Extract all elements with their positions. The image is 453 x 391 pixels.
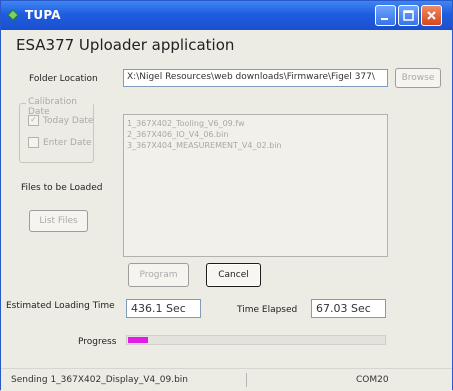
time-elapsed-field: 67.03 Sec <box>311 299 386 318</box>
maximize-icon <box>403 10 414 21</box>
time-elapsed-label: Time Elapsed <box>237 305 298 315</box>
folder-location-label: Folder Location <box>29 74 98 84</box>
enter-date-option[interactable]: Enter Date <box>28 137 92 148</box>
file-list-item[interactable]: 2_367X406_IO_V4_06.bin <box>127 129 384 140</box>
calibration-date-title: Calibration Date <box>26 97 93 117</box>
browse-button[interactable]: Browse <box>395 68 441 88</box>
progress-bar-fill <box>128 337 148 343</box>
file-list-item[interactable]: 3_367X404_MEASUREMENT_V4_02.bin <box>127 140 384 151</box>
progress-bar <box>126 335 386 345</box>
title-bar[interactable]: TUPA <box>1 1 452 30</box>
estimated-loading-time-label: Estimated Loading Time <box>6 301 115 311</box>
enter-date-checkbox[interactable] <box>28 137 39 148</box>
enter-date-label: Enter Date <box>43 138 92 148</box>
status-separator <box>246 373 247 387</box>
close-button[interactable] <box>421 5 442 26</box>
minimize-icon <box>381 18 388 20</box>
app-icon <box>7 9 19 21</box>
today-date-checkbox[interactable]: ✓ <box>28 115 39 126</box>
close-icon <box>427 11 436 20</box>
calibration-date-group: Calibration Date ✓ Today Date Enter Date <box>19 97 94 163</box>
window-title: TUPA <box>25 8 61 22</box>
minimize-button[interactable] <box>375 5 396 26</box>
file-list-item[interactable]: 1_367X402_Tooling_V6_09.fw <box>127 118 384 129</box>
program-button[interactable]: Program <box>128 263 189 287</box>
list-files-button[interactable]: List Files <box>29 210 88 232</box>
application-window: TUPA ESA377 Uploader application Folder … <box>0 0 453 391</box>
maximize-button[interactable] <box>398 5 419 26</box>
folder-location-field[interactable]: X:\Nigel Resources\web downloads\Firmwar… <box>123 69 388 87</box>
status-port: COM20 <box>356 375 389 385</box>
today-date-option[interactable]: ✓ Today Date <box>28 115 93 126</box>
today-date-label: Today Date <box>43 116 94 126</box>
files-to-be-loaded-label: Files to be Loaded <box>21 183 103 193</box>
progress-label: Progress <box>78 337 117 347</box>
app-heading: ESA377 Uploader application <box>16 36 235 54</box>
status-bar: Sending 1_367X402_Display_V4_09.bin COM2… <box>1 368 452 391</box>
estimated-loading-time-field: 436.1 Sec <box>126 299 201 318</box>
cancel-button[interactable]: Cancel <box>206 263 261 287</box>
file-list[interactable]: 1_367X402_Tooling_V6_09.fw 2_367X406_IO_… <box>123 114 388 257</box>
status-message: Sending 1_367X402_Display_V4_09.bin <box>11 375 188 385</box>
